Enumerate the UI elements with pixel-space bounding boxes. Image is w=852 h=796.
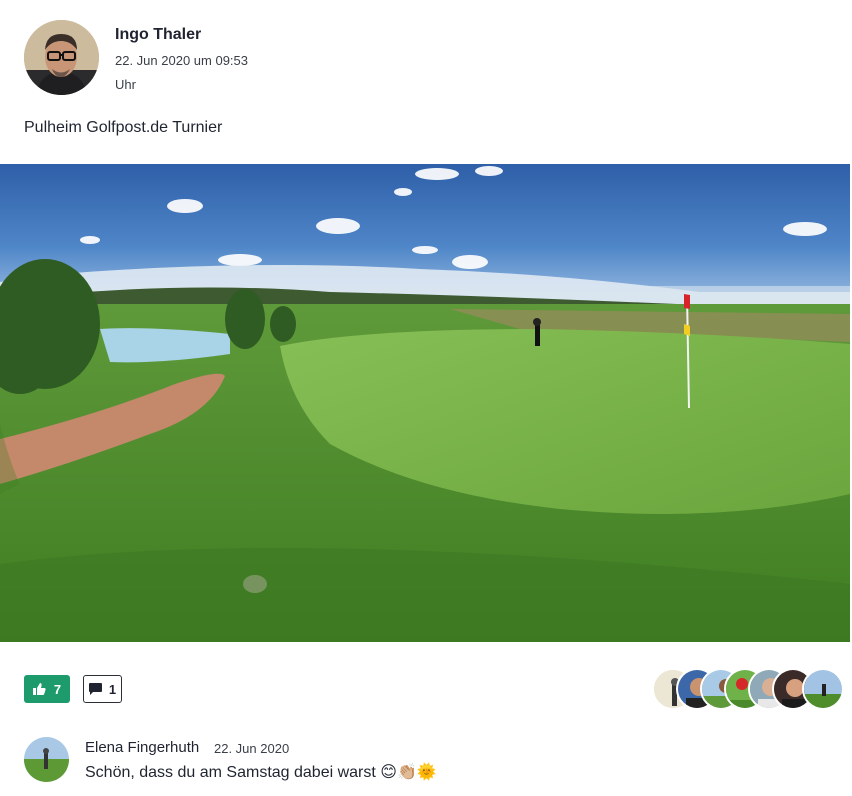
post-header: Ingo Thaler 22. Jun 2020 um 09:53 Uhr [24, 20, 828, 100]
liker-avatar[interactable] [802, 668, 844, 710]
like-button[interactable]: 7 [24, 675, 70, 703]
post-photo[interactable] [0, 164, 850, 642]
speech-bubble-icon [88, 683, 102, 695]
comment-button[interactable]: 1 [83, 675, 122, 703]
comment-text: Schön, dass du am Samstag dabei warst 😊👏… [85, 764, 437, 781]
comment-timestamp: 22. Jun 2020 [214, 741, 290, 756]
like-count: 7 [53, 681, 62, 697]
commenter-name[interactable]: Elena Fingerhuth [85, 739, 199, 756]
author-name[interactable]: Ingo Thaler [115, 26, 201, 44]
post-timestamp-suffix: Uhr [115, 77, 136, 92]
comment-count: 1 [108, 681, 117, 697]
author-avatar-image [24, 20, 99, 95]
commenter-avatar[interactable] [24, 737, 69, 782]
comment-item: Elena Fingerhuth 22. Jun 2020 Schön, das… [24, 736, 828, 786]
thumbs-up-icon [32, 683, 46, 695]
author-avatar[interactable] [24, 20, 99, 95]
liker-avatars[interactable] [652, 668, 848, 710]
post-timestamp: 22. Jun 2020 um 09:53 [115, 53, 248, 68]
post-text: Pulheim Golfpost.de Turnier [24, 119, 223, 136]
